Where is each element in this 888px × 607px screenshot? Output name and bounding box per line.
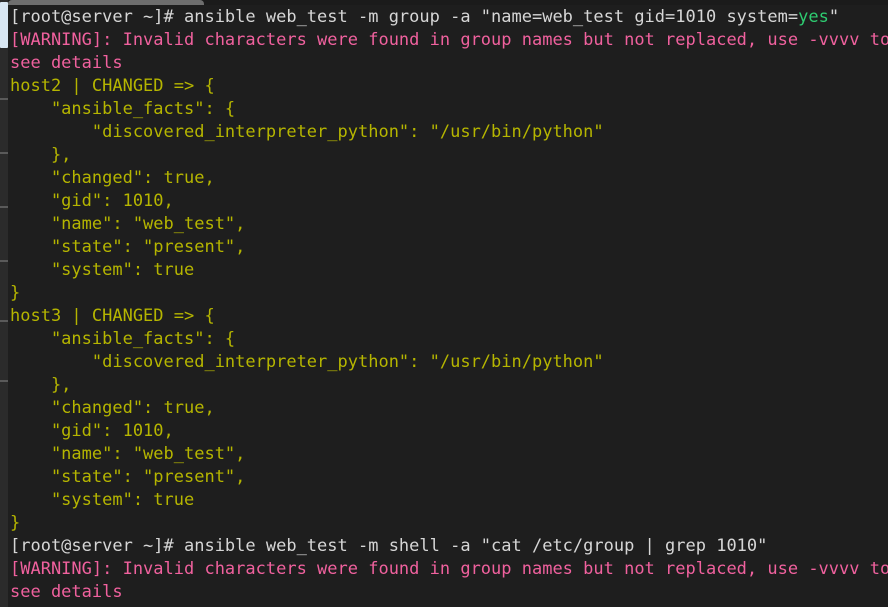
terminal-line: [root@server ~]# ansible web_test -m gro… xyxy=(8,6,888,29)
terminal-text-segment: } xyxy=(10,513,21,533)
terminal-line: } xyxy=(8,282,888,305)
terminal-text-segment: host3 | CHANGED => { xyxy=(10,306,215,326)
terminal-text-segment: [WARNING]: Invalid characters were found… xyxy=(10,30,888,50)
terminal-line: } xyxy=(8,512,888,535)
scrollbar-tick xyxy=(0,98,8,100)
terminal-line: see details xyxy=(8,52,888,75)
terminal-text-segment: "changed": true, xyxy=(10,168,215,188)
scrollbar-tick xyxy=(0,206,8,208)
terminal-text-segment: "name": "web_test", xyxy=(10,214,246,234)
terminal-text-segment: "discovered_interpreter_python": "/usr/b… xyxy=(10,352,604,372)
terminal-line: "system": true xyxy=(8,259,888,282)
terminal-line: "gid": 1010, xyxy=(8,190,888,213)
terminal-text-segment: "changed": true, xyxy=(10,398,215,418)
terminal-line: see details xyxy=(8,581,888,604)
terminal-output-area[interactable]: [root@server ~]# ansible web_test -m gro… xyxy=(8,5,888,607)
terminal-text-segment: "system": true xyxy=(10,490,195,510)
terminal-text-segment: }, xyxy=(10,375,72,395)
terminal-text-segment: [WARNING]: Invalid characters were found… xyxy=(10,559,888,579)
terminal-text-segment: "system": true xyxy=(10,260,195,280)
terminal-line: "ansible_facts": { xyxy=(8,98,888,121)
terminal-text-segment: see details xyxy=(10,582,123,602)
terminal-line: "system": true xyxy=(8,489,888,512)
terminal-text-segment: "gid": 1010, xyxy=(10,421,174,441)
terminal-text-segment: [root@server ~]# ansible web_test -m gro… xyxy=(10,7,799,27)
terminal-text-segment: "ansible_facts": { xyxy=(10,99,236,119)
terminal-line: "changed": true, xyxy=(8,167,888,190)
terminal-line: "ansible_facts": { xyxy=(8,328,888,351)
terminal-line: }, xyxy=(8,374,888,397)
terminal-text-segment: "state": "present", xyxy=(10,237,246,257)
terminal-text-segment: "state": "present", xyxy=(10,467,246,487)
terminal-text-segment: "ansible_facts": { xyxy=(10,329,236,349)
terminal-text-segment: yes xyxy=(798,7,829,27)
terminal-text-segment: "name": "web_test", xyxy=(10,444,246,464)
terminal-text-segment: }, xyxy=(10,145,72,165)
terminal-window[interactable]: [root@server ~]# ansible web_test -m gro… xyxy=(0,0,888,607)
terminal-text-segment: " xyxy=(828,7,840,27)
terminal-line: host2 | CHANGED => { xyxy=(8,75,888,98)
terminal-line: "name": "web_test", xyxy=(8,443,888,466)
terminal-line: }, xyxy=(8,144,888,167)
scrollbar-tick xyxy=(0,380,8,382)
terminal-line: [root@server ~]# ansible web_test -m she… xyxy=(8,535,888,558)
terminal-line: "changed": true, xyxy=(8,397,888,420)
scrollbar-tick xyxy=(0,152,8,154)
vertical-scrollbar[interactable] xyxy=(0,0,8,607)
terminal-line: host3 | CHANGED => { xyxy=(8,305,888,328)
terminal-line: "state": "present", xyxy=(8,466,888,489)
terminal-text-segment: } xyxy=(10,283,21,303)
terminal-line: [WARNING]: Invalid characters were found… xyxy=(8,558,888,581)
terminal-line: "state": "present", xyxy=(8,236,888,259)
terminal-line-list: [root@server ~]# ansible web_test -m gro… xyxy=(8,5,888,607)
terminal-line: "discovered_interpreter_python": "/usr/b… xyxy=(8,121,888,144)
terminal-text-segment: see details xyxy=(10,53,123,73)
scrollbar-thumb[interactable] xyxy=(0,2,8,48)
terminal-text-segment: [root@server ~]# ansible web_test -m she… xyxy=(10,536,768,556)
terminal-line: "gid": 1010, xyxy=(8,420,888,443)
terminal-line: "name": "web_test", xyxy=(8,213,888,236)
terminal-line: "discovered_interpreter_python": "/usr/b… xyxy=(8,351,888,374)
terminal-text-segment: "gid": 1010, xyxy=(10,191,174,211)
scrollbar-tick xyxy=(0,320,8,322)
terminal-text-segment: "discovered_interpreter_python": "/usr/b… xyxy=(10,122,604,142)
scrollbar-tick xyxy=(0,260,8,262)
terminal-text-segment: host2 | CHANGED => { xyxy=(10,76,215,96)
terminal-line: [WARNING]: Invalid characters were found… xyxy=(8,29,888,52)
